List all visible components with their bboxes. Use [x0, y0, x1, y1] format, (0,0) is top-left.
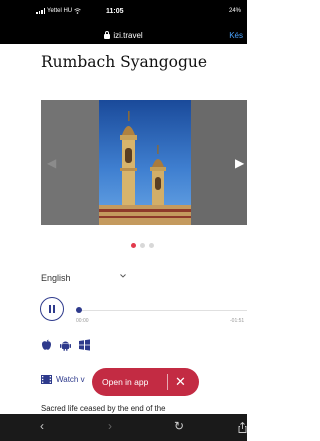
chevron-right-icon[interactable]: ▶ [235, 156, 244, 170]
progress-handle[interactable] [76, 307, 82, 313]
apple-icon[interactable] [40, 339, 53, 351]
back-icon[interactable]: ‹ [40, 419, 44, 433]
app-download-links [40, 339, 91, 351]
browser-toolbar: ‹ › ↻ [0, 414, 247, 441]
language-select[interactable]: English [41, 273, 71, 283]
chevron-down-icon[interactable] [119, 272, 127, 280]
reload-icon[interactable]: ↻ [174, 419, 184, 433]
signal-icon [36, 8, 45, 14]
browser-action-button[interactable]: Kés [229, 31, 243, 40]
image-carousel[interactable]: ◀ ▶ [41, 100, 247, 225]
address-field[interactable]: izi.travel [0, 31, 247, 40]
chevron-left-icon[interactable]: ◀ [47, 156, 56, 170]
audio-progress-track[interactable] [76, 310, 247, 311]
divider [167, 374, 168, 390]
page-title: Rumbach Syangogue [41, 53, 208, 71]
android-icon[interactable] [59, 339, 72, 351]
carousel-pager [131, 243, 154, 248]
carrier-name: Yettel HU [47, 8, 73, 14]
pager-dot-2[interactable] [140, 243, 145, 248]
clock: 11:05 [106, 8, 124, 15]
forward-icon[interactable]: › [108, 419, 112, 433]
synagogue-photo [99, 100, 191, 225]
browser-address-bar[interactable]: izi.travel Kés [0, 28, 247, 44]
battery-level: 24% [229, 8, 242, 14]
pager-dot-1[interactable] [131, 243, 136, 248]
watch-video-label: Watch v [56, 375, 85, 384]
open-in-app-banner[interactable]: Open in app ✕ [92, 368, 199, 396]
wifi-icon [74, 8, 81, 14]
film-icon [41, 375, 52, 384]
status-bar: Yettel HU 11:05 24% [0, 0, 247, 28]
url-text: izi.travel [113, 31, 143, 40]
open-in-app-button[interactable]: Open in app [102, 377, 148, 387]
pause-button[interactable] [40, 297, 64, 321]
pager-dot-3[interactable] [149, 243, 154, 248]
watch-video-link[interactable]: Watch v [41, 375, 85, 384]
close-icon[interactable]: ✕ [175, 374, 186, 390]
carrier-info: Yettel HU [36, 8, 81, 14]
lock-icon [104, 31, 111, 39]
share-icon[interactable] [238, 422, 247, 433]
description-text: Sacred life ceased by the end of the [41, 404, 166, 413]
windows-icon[interactable] [78, 339, 91, 351]
current-time: 00:00 [76, 318, 89, 324]
remaining-time: -01:51 [230, 318, 245, 324]
